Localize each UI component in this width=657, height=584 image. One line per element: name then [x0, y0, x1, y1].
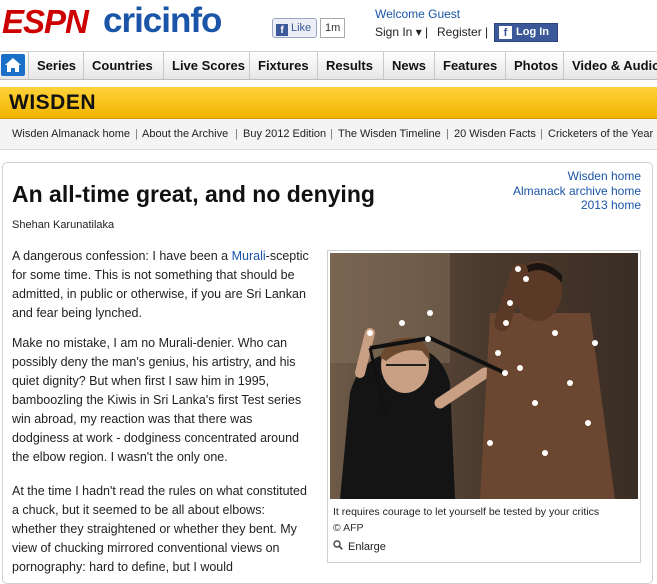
- subnav-separator: |: [446, 128, 449, 140]
- sign-in-link[interactable]: Sign In ▾ |: [375, 25, 428, 39]
- like-label: Like: [291, 22, 312, 34]
- subnav-separator: |: [235, 128, 238, 140]
- almanack-archive-home-link[interactable]: Almanack archive home: [513, 184, 641, 199]
- photo-caption: It requires courage to let yourself be t…: [333, 506, 600, 518]
- nav-features[interactable]: Features: [434, 52, 505, 79]
- facebook-login-button[interactable]: f Log In: [494, 23, 558, 42]
- facebook-like-button[interactable]: f Like: [272, 18, 318, 38]
- nav-results[interactable]: Results: [317, 52, 384, 79]
- nav-live-scores[interactable]: Live Scores: [163, 52, 249, 79]
- paragraph-text: A dangerous confession: I have been a: [12, 249, 232, 263]
- cricinfo-logo[interactable]: cricinfo: [103, 2, 222, 40]
- main-nav: Series Countries Live Scores Fixtures Re…: [0, 51, 657, 80]
- year-2013-home-link[interactable]: 2013 home: [513, 198, 641, 213]
- subnav-almanack-home[interactable]: Wisden Almanack home: [12, 119, 130, 149]
- like-count: 1m: [320, 18, 346, 38]
- enlarge-label: Enlarge: [348, 541, 386, 553]
- nav-photos[interactable]: Photos: [505, 52, 564, 79]
- nav-series[interactable]: Series: [28, 52, 84, 79]
- author-byline: Shehan Karunatilaka: [12, 219, 115, 231]
- facebook-icon: f: [499, 26, 512, 39]
- article-paragraph: Make no mistake, I am no Murali-denier. …: [12, 336, 302, 464]
- nav-fixtures[interactable]: Fixtures: [249, 52, 317, 79]
- wisden-title[interactable]: WISDEN: [9, 87, 96, 118]
- wisden-subnav: Wisden Almanack home | About the Archive…: [0, 119, 657, 150]
- photo-figure: It requires courage to let yourself be t…: [327, 250, 641, 563]
- murali-link[interactable]: Murali: [232, 249, 266, 263]
- wisden-home-link[interactable]: Wisden home: [513, 169, 641, 184]
- related-links: Wisden home Almanack archive home 2013 h…: [513, 169, 641, 213]
- article-paragraph: At the time I hadn't read the rules on w…: [12, 484, 307, 574]
- subnav-separator: |: [330, 128, 333, 140]
- site-header: ESPN cricinfo f Like 1m Welcome Guest Sig…: [0, 0, 657, 50]
- espn-logo[interactable]: ESPN: [2, 3, 89, 41]
- article-panel: An all-time great, and no denying Shehan…: [2, 162, 653, 584]
- article-title: An all-time great, and no denying: [12, 181, 375, 207]
- facebook-icon: f: [276, 24, 288, 36]
- article-paragraph: A dangerous confession: I have been a Mu…: [12, 247, 312, 323]
- subnav-buy-edition[interactable]: Buy 2012 Edition: [243, 119, 326, 149]
- nav-video-audio[interactable]: Video & Audio: [563, 52, 657, 79]
- magnifier-icon: [333, 540, 343, 550]
- subnav-separator: |: [540, 128, 543, 140]
- nav-countries[interactable]: Countries: [83, 52, 157, 79]
- subnav-about-archive[interactable]: About the Archive: [142, 119, 228, 149]
- wisden-banner: WISDEN: [0, 87, 657, 119]
- subnav-separator: |: [135, 128, 138, 140]
- home-button[interactable]: [1, 54, 25, 76]
- article-photo[interactable]: [330, 253, 638, 499]
- welcome-text: Welcome Guest: [375, 7, 461, 21]
- register-link[interactable]: Register |: [437, 25, 488, 39]
- subnav-cricketers-of-year[interactable]: Cricketers of the Year: [548, 119, 653, 149]
- nav-news[interactable]: News: [383, 52, 430, 79]
- home-icon: [5, 58, 21, 72]
- subnav-wisden-facts[interactable]: 20 Wisden Facts: [454, 119, 536, 149]
- login-label: Log In: [516, 26, 549, 38]
- subnav-wisden-timeline[interactable]: The Wisden Timeline: [338, 119, 441, 149]
- enlarge-button[interactable]: Enlarge: [333, 540, 386, 553]
- photo-credit: © AFP: [333, 522, 364, 534]
